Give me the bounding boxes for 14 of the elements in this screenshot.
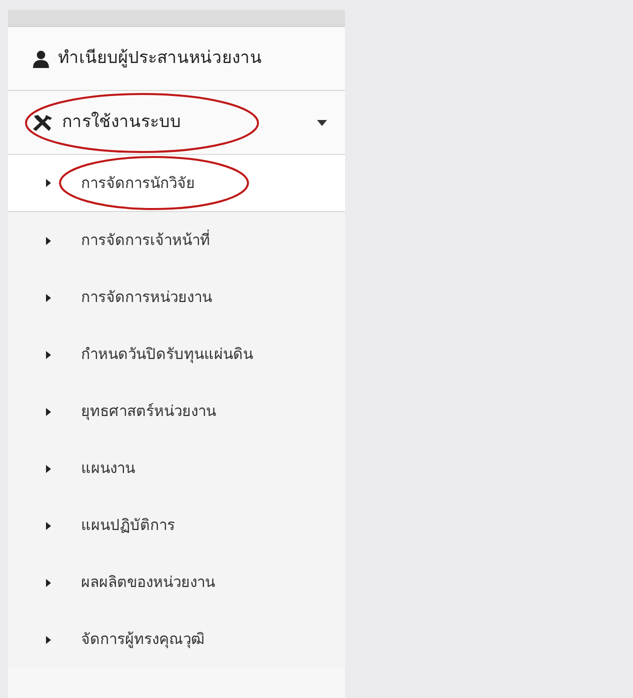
caret-right-icon	[46, 350, 51, 358]
submenu-item[interactable]: การจัดการนักวิจัย	[8, 155, 345, 212]
caret-right-icon	[46, 236, 51, 244]
caret-right-icon	[46, 408, 51, 416]
caret-right-icon	[46, 179, 51, 187]
menu-item[interactable]: การใช้งานระบบ	[8, 91, 345, 155]
caret-right-icon	[46, 578, 51, 586]
tools-icon	[32, 114, 54, 132]
caret-right-icon	[46, 294, 51, 302]
caret-right-icon	[46, 636, 51, 644]
caret-right-icon	[46, 522, 51, 530]
caret-down-icon	[317, 120, 327, 126]
user-icon	[32, 50, 50, 68]
caret-right-icon	[46, 464, 51, 472]
